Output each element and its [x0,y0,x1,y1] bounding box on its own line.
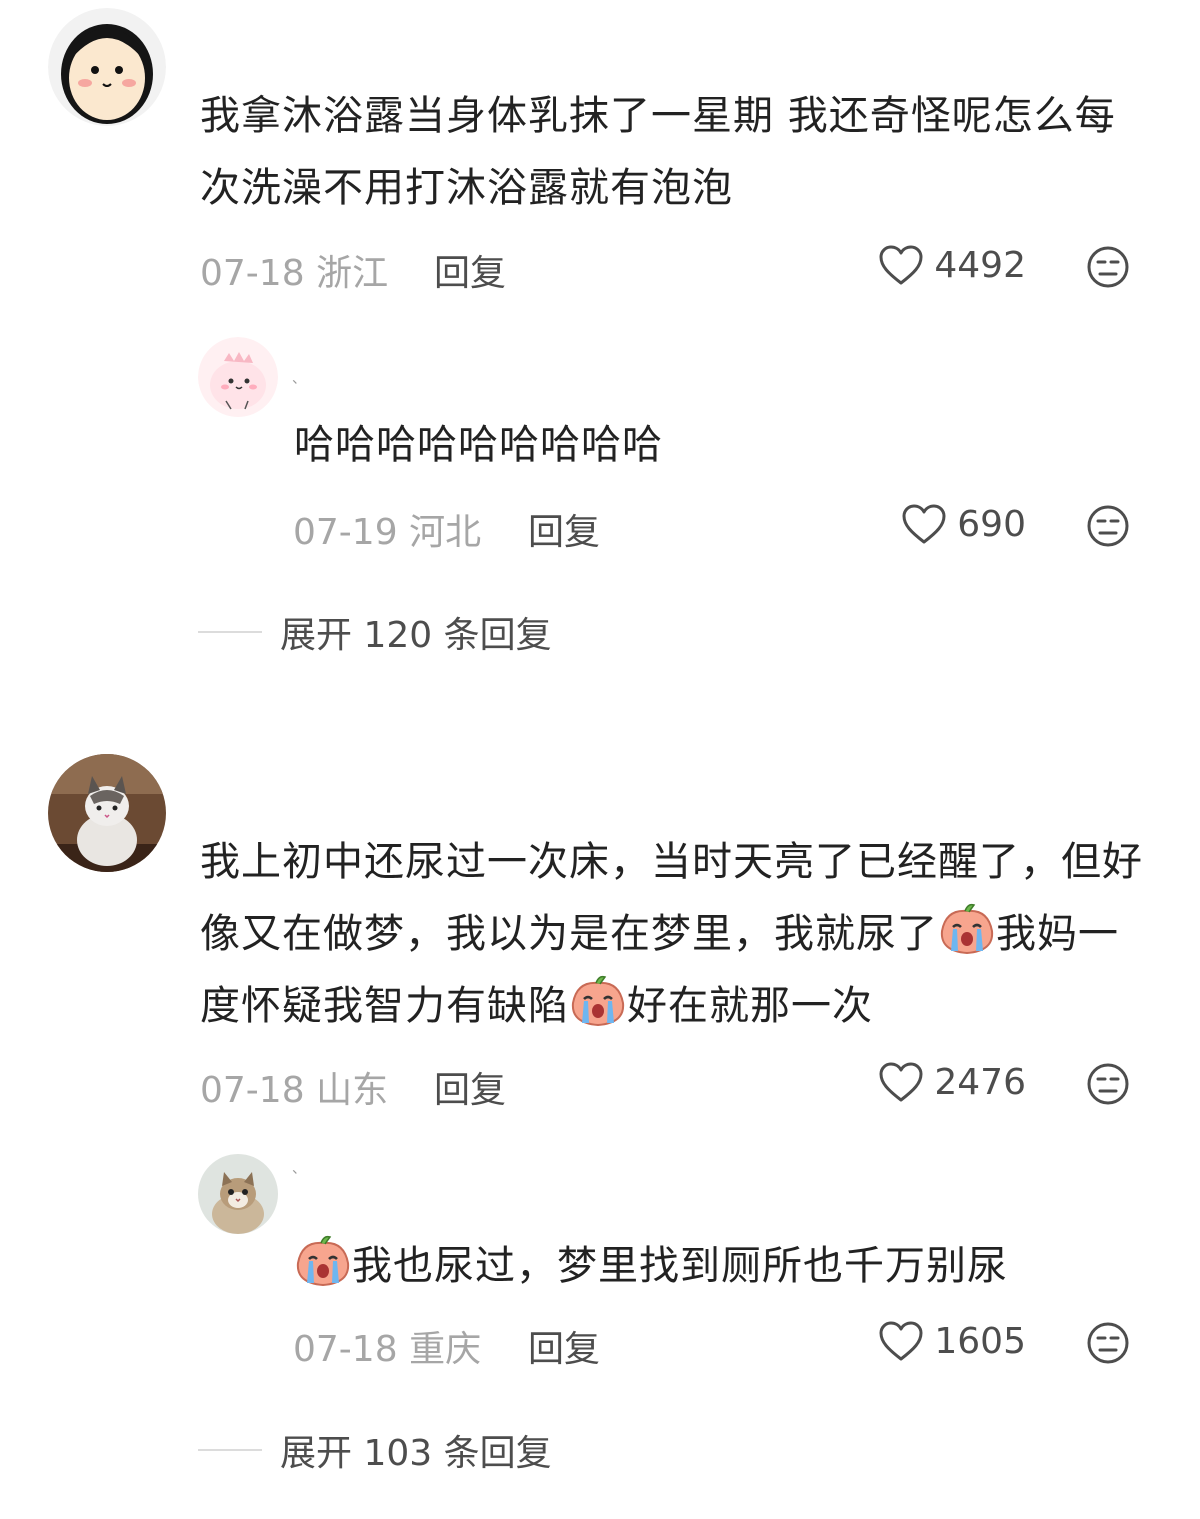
meh-face-icon [1087,246,1129,288]
reply-2-avatar[interactable] [198,1154,278,1234]
kitten-avatar-icon [198,1154,278,1234]
reply-2-dislike-button[interactable] [1086,1321,1130,1365]
reply-1-meta: 07-19 河北 [293,503,481,555]
reply-1-location: 河北 [409,512,482,553]
comment-1-dislike-button[interactable] [1086,245,1130,289]
expand-divider-line [198,1449,262,1451]
reply-1-like-button[interactable]: 690 [901,503,1026,545]
cartoon-face-avatar-icon [48,8,166,126]
reply-2-meta: 07-18 重庆 [293,1320,481,1372]
comment-1-date: 07-18 [200,253,305,294]
reply-2-text: 我也尿过，梦里找到厕所也千万别尿 [294,1233,1134,1295]
expand-replies-1[interactable]: 展开 120 条回复 [198,606,552,658]
comment-2-reply-button[interactable]: 回复 [434,1061,506,1113]
comment-2-meta: 07-18 山东 [200,1061,388,1113]
fluffy-cat-avatar-icon [48,754,166,872]
comment-1-reply-button[interactable]: 回复 [434,244,506,296]
comment-2-date: 07-18 [200,1070,305,1111]
reply-2-like-count: 1605 [934,1320,1026,1362]
reply-1-avatar[interactable] [198,337,278,417]
reply-1-date: 07-19 [293,512,398,553]
crying-peach-emoji-icon [938,901,996,957]
comment-2-text-part-3: 好在就那一次 [627,983,873,1029]
comment-2-location: 山东 [316,1070,389,1111]
comment-2-avatar[interactable] [48,754,166,872]
comment-1-meta: 07-18 浙江 [200,244,388,296]
expand-replies-1-label: 展开 120 条回复 [280,615,552,656]
heart-icon [902,504,946,544]
reply-1-like-count: 690 [957,503,1026,545]
heart-icon [879,1062,923,1102]
reply-2-location: 重庆 [409,1329,482,1370]
comment-1-like-button[interactable]: 4492 [878,244,1026,286]
expand-divider-line [198,631,262,633]
reply-2-text-content: 我也尿过，梦里找到厕所也千万别尿 [352,1243,1008,1289]
reply-2-like-button[interactable]: 1605 [878,1320,1026,1362]
comment-2-like-button[interactable]: 2476 [878,1061,1026,1103]
crying-peach-emoji-icon [569,973,627,1029]
reply-2-nickname[interactable]: 、 [292,1158,306,1178]
meh-face-icon [1087,1063,1129,1105]
reply-1-text: 哈哈哈哈哈哈哈哈哈 [294,422,663,468]
reply-1-dislike-button[interactable] [1086,504,1130,548]
meh-face-icon [1087,1322,1129,1364]
expand-replies-2[interactable]: 展开 103 条回复 [198,1424,552,1476]
comment-1-like-count: 4492 [934,244,1026,286]
pink-dinosaur-avatar-icon [198,337,278,417]
reply-2-date: 07-18 [293,1329,398,1370]
comment-2-dislike-button[interactable] [1086,1062,1130,1106]
comment-2-text: 我上初中还尿过一次床，当时天亮了已经醒了，但好像又在做梦，我以为是在梦里，我就尿… [200,826,1150,1042]
comment-1-text: 我拿沐浴露当身体乳抹了一星期 我还奇怪呢怎么每次洗澡不用打沐浴露就有泡泡 [200,93,1116,211]
comment-2-like-count: 2476 [934,1061,1026,1103]
heart-icon [879,245,923,285]
reply-2-reply-button[interactable]: 回复 [528,1320,600,1372]
meh-face-icon [1087,505,1129,547]
expand-replies-2-label: 展开 103 条回复 [280,1433,552,1474]
comment-1-location: 浙江 [316,253,389,294]
crying-peach-emoji-icon [294,1233,352,1289]
comment-1-avatar[interactable] [48,8,166,126]
reply-1-reply-button[interactable]: 回复 [528,503,600,555]
heart-icon [879,1321,923,1361]
reply-1-nickname[interactable]: 、 [292,368,306,388]
